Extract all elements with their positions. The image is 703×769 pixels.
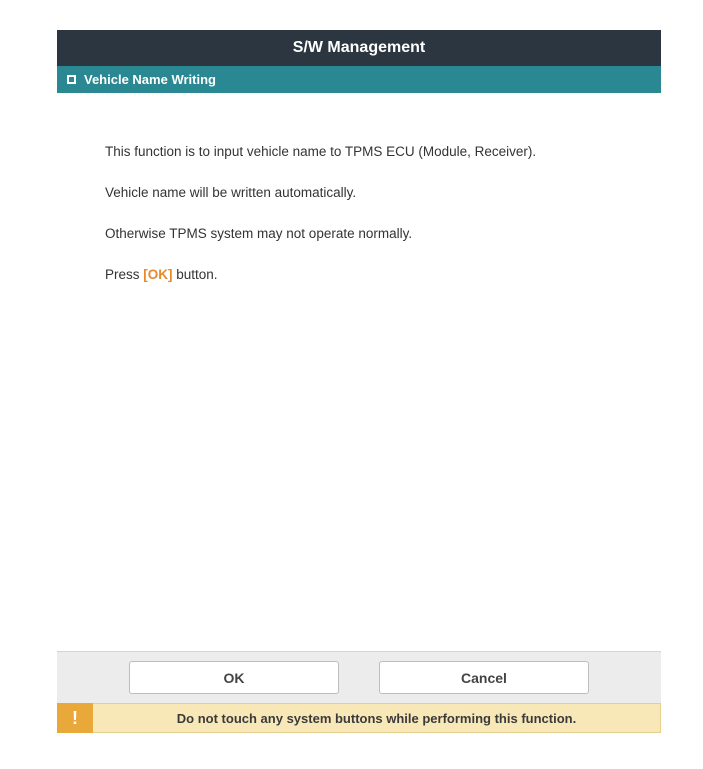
- warning-icon: !: [57, 703, 93, 733]
- cancel-button[interactable]: Cancel: [379, 661, 589, 694]
- press-suffix: button.: [173, 267, 218, 282]
- square-bullet-icon: [67, 75, 76, 84]
- description-line-1: This function is to input vehicle name t…: [105, 143, 651, 162]
- warning-bar: ! Do not touch any system buttons while …: [57, 703, 661, 733]
- content-area: This function is to input vehicle name t…: [57, 93, 661, 285]
- ok-button[interactable]: OK: [129, 661, 339, 694]
- press-ok-instruction: Press [OK] button.: [105, 266, 651, 285]
- sub-header-label: Vehicle Name Writing: [84, 72, 216, 87]
- button-bar: OK Cancel: [57, 651, 661, 704]
- warning-text: Do not touch any system buttons while pe…: [93, 703, 661, 733]
- sub-header-bar: Vehicle Name Writing: [57, 66, 661, 93]
- main-panel: S/W Management Vehicle Name Writing This…: [57, 30, 661, 307]
- page-title: S/W Management: [293, 39, 425, 56]
- description-line-3: Otherwise TPMS system may not operate no…: [105, 225, 651, 244]
- title-bar: S/W Management: [57, 30, 661, 66]
- press-prefix: Press: [105, 267, 143, 282]
- description-line-2: Vehicle name will be written automatical…: [105, 184, 651, 203]
- ok-highlight-text: [OK]: [143, 267, 172, 282]
